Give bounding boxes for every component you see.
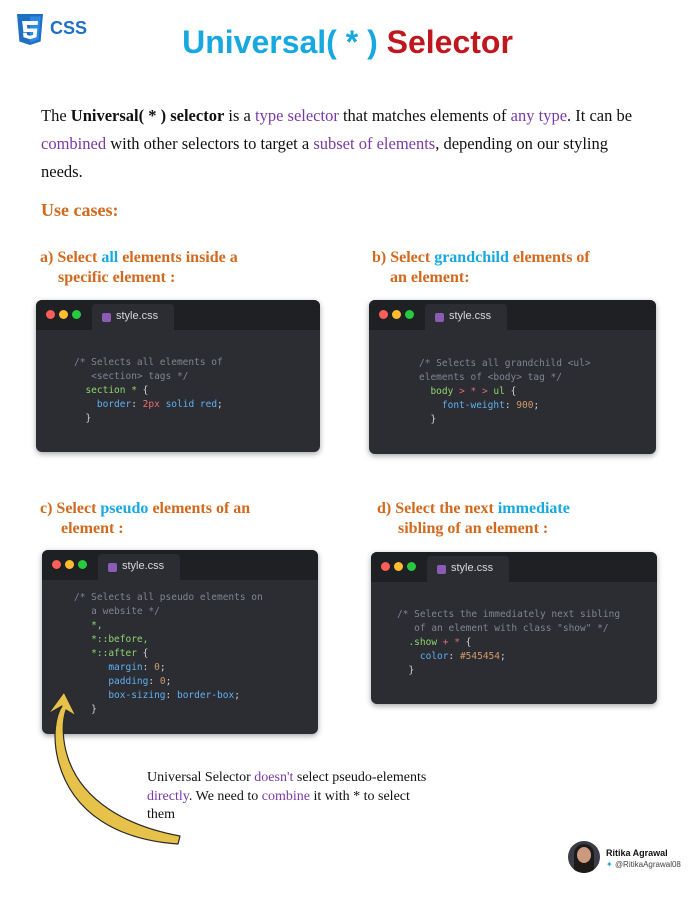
twitter-bird-icon: ✦ [606,860,613,869]
author-handle: ✦ @RitikaAgrawal08 [606,860,681,869]
avatar [568,841,600,873]
note-text: Universal Selector doesn't select pseudo… [147,770,427,822]
curved-arrow-icon [47,691,181,845]
author-name: Ritika Agrawal [606,848,668,858]
